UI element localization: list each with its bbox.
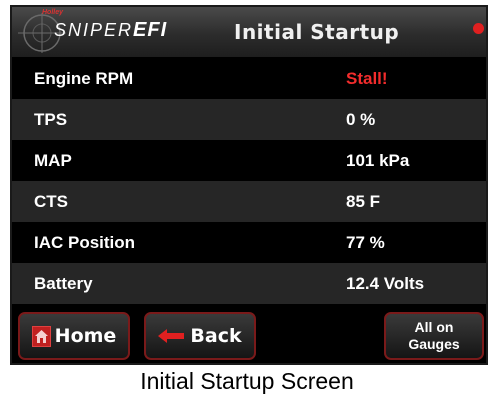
row-value: Stall! — [346, 69, 388, 88]
row-label: MAP — [34, 151, 72, 170]
row-engine-rpm: Engine RPM Stall! — [12, 58, 486, 99]
gauges-button-line1: All on — [414, 319, 454, 335]
button-bar: Home Back All on Gauges — [12, 307, 486, 363]
sensor-list: Engine RPM Stall! TPS 0 % MAP 101 kPa CT… — [12, 58, 486, 304]
row-value: 85 F — [346, 192, 381, 211]
left-arrow-icon — [158, 329, 185, 343]
all-on-gauges-button[interactable]: All on Gauges — [384, 312, 484, 360]
screen-title: Initial Startup — [234, 20, 400, 44]
row-battery: Battery 12.4 Volts — [12, 263, 486, 304]
brand-suffix: EFI — [133, 19, 168, 41]
row-value: 12.4 Volts — [346, 274, 425, 293]
home-icon — [31, 325, 51, 347]
home-button[interactable]: Home — [18, 312, 130, 360]
back-button[interactable]: Back — [144, 312, 256, 360]
row-label: IAC Position — [34, 233, 136, 252]
row-iac-position: IAC Position 77 % — [12, 222, 486, 263]
brand-name: SNIPER — [54, 20, 134, 40]
gauges-button-line2: Gauges — [408, 336, 460, 352]
row-value: 77 % — [346, 233, 385, 252]
home-button-label: Home — [54, 325, 117, 347]
brand-holley: Holley — [42, 9, 64, 16]
display-screen: Holley SNIPEREFI Initial Startup Engine … — [10, 5, 488, 365]
row-label: Engine RPM — [34, 69, 134, 88]
row-value: 0 % — [346, 110, 376, 129]
figure-caption: Initial Startup Screen — [140, 368, 354, 394]
header-bar: Holley SNIPEREFI Initial Startup — [12, 7, 486, 58]
row-label: CTS — [34, 192, 68, 211]
back-button-label: Back — [190, 325, 242, 347]
row-value: 101 kPa — [346, 151, 410, 170]
row-label: TPS — [34, 110, 68, 129]
brand-logo: SNIPEREFI — [54, 19, 167, 42]
row-tps: TPS 0 % — [12, 99, 486, 140]
row-label: Battery — [34, 274, 93, 293]
status-indicator — [473, 23, 484, 34]
row-cts: CTS 85 F — [12, 181, 486, 222]
row-map: MAP 101 kPa — [12, 140, 486, 181]
